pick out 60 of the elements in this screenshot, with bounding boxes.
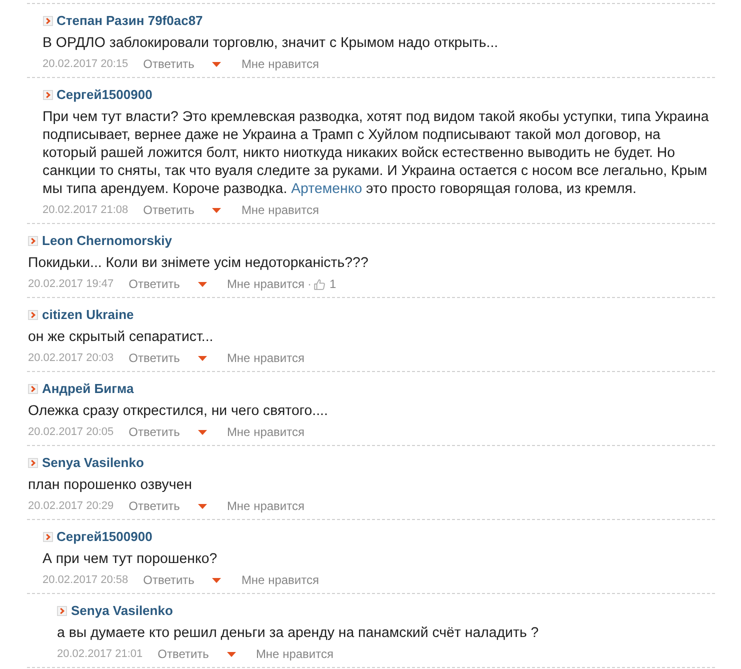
author-link[interactable]: Сергей1500900	[56, 87, 152, 103]
comment-text: В ОРДЛО заблокировали торговлю, значит с Крымом надо открыть...	[42, 34, 500, 52]
reply-link[interactable]: Ответить	[143, 572, 194, 588]
comment-text: А при чем тут порошенко?	[42, 550, 218, 568]
chevron-icon	[28, 458, 38, 468]
comment-date: 20.02.2017 20:29	[28, 499, 114, 514]
like-link[interactable]: Мне нравится	[241, 572, 319, 588]
reply-link[interactable]: Ответить	[128, 276, 180, 292]
author-link[interactable]: citizen Ukraine	[42, 307, 134, 323]
caret-icon[interactable]	[198, 430, 207, 434]
comment-date: 20.02.2017 20:03	[28, 351, 114, 366]
comment-date: 20.02.2017 20:15	[42, 57, 128, 72]
like-link[interactable]: Мне нравится	[226, 498, 304, 514]
chevron-icon	[42, 532, 52, 542]
author-link[interactable]: Сергей1500900	[56, 529, 152, 545]
thumbs-up-icon	[314, 278, 326, 290]
author-link[interactable]: Степан Разин 79f0ac87	[56, 13, 203, 29]
reply-link[interactable]: Ответить	[128, 424, 180, 440]
comment-text: он же скрытый сепаратист...	[28, 328, 214, 346]
reply-link[interactable]: Ответить	[143, 202, 194, 218]
caret-icon[interactable]	[212, 208, 222, 212]
like-link[interactable]: Мне нравится	[241, 202, 319, 218]
chevron-icon	[28, 384, 38, 394]
chevron-icon	[28, 236, 38, 246]
caret-icon[interactable]	[198, 356, 207, 360]
caret-icon[interactable]	[212, 578, 222, 582]
author-link[interactable]: Андрей Бигма	[42, 381, 134, 397]
like-count: 1	[329, 276, 336, 292]
chevron-icon	[42, 16, 52, 26]
like-link[interactable]: Мне нравится	[241, 56, 319, 72]
author-link[interactable]: Senya Vasilenko	[42, 455, 144, 471]
reply-link[interactable]: Ответить	[158, 646, 209, 662]
comment-text: а вы думаете кто решил деньги за аренду на панамский счёт наладить ?	[57, 624, 540, 642]
like-link[interactable]: Мне нравится	[226, 276, 304, 292]
reply-link[interactable]: Ответить	[128, 350, 180, 366]
comment-date: 20.02.2017 21:08	[42, 203, 128, 218]
comment-date: 20.02.2017 19:47	[28, 277, 114, 292]
author-link[interactable]: Leon Chernomorskiy	[42, 233, 172, 249]
chevron-icon	[42, 90, 52, 100]
reply-link[interactable]: Ответить	[128, 498, 180, 514]
chevron-icon	[57, 606, 67, 616]
reply-link[interactable]: Ответить	[143, 56, 194, 72]
caret-icon[interactable]	[198, 282, 207, 286]
like-link[interactable]: Мне нравится	[226, 424, 304, 440]
comment-date: 20.02.2017 20:58	[42, 573, 128, 588]
caret-icon[interactable]	[212, 62, 222, 66]
comment-text: При чем тут власти? Это кремлевская разводка, хотят под видом такой якобы уступки, типа Украина подписывает, вернее даже не Украина а Трамп с Хуйлом подписывают такой мол договор, на который рашей ложится болт, никто ниоткуда никаких войск естественно выводить не будет. Но санкции то сняты, так что вуаля следите за руками. И Украина остается с носом все легально, Крым мы типа арендуем. Короче разводка. Артеменко это просто говорящая голова, из кремля.	[42, 108, 710, 198]
chevron-icon	[28, 310, 38, 320]
like-link[interactable]: Мне нравится	[226, 350, 304, 366]
comment-text: Покидьки... Коли ви знімете усім недоторканість???	[28, 254, 370, 272]
comment-text: Олежка сразу открестился, ни чего святого....	[28, 402, 329, 420]
comment-date: 20.02.2017 20:05	[28, 425, 114, 440]
comment-text: план порошенко озвучен	[28, 476, 193, 494]
caret-icon[interactable]	[226, 652, 236, 656]
separator-dot: ·	[307, 276, 312, 292]
caret-icon[interactable]	[198, 504, 207, 508]
like-link[interactable]: Мне нравится	[256, 646, 334, 662]
mention-link[interactable]: Артеменко	[291, 181, 362, 197]
comment-date: 20.02.2017 21:01	[57, 647, 143, 662]
author-link[interactable]: Senya Vasilenko	[71, 603, 173, 619]
